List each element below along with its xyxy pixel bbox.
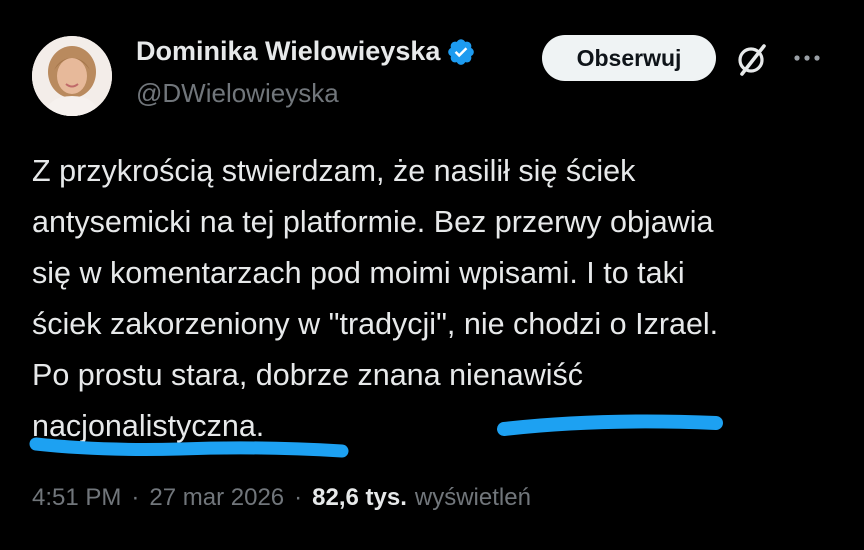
tweet-time[interactable]: 4:51 PM xyxy=(32,484,121,512)
tweet-date[interactable]: 27 mar 2026 xyxy=(149,484,284,512)
tweet-line: antysemicki na tej platformie. Bez przer… xyxy=(32,205,714,239)
tweet-line: Po prostu stara, dobrze znana nienawiść xyxy=(32,358,584,392)
tweet-meta: 4:51 PM · 27 mar 2026 · 82,6 tys. wyświe… xyxy=(32,484,531,512)
author-display-name[interactable]: Dominika Wielowieyska xyxy=(136,36,476,67)
author-name-text: Dominika Wielowieyska xyxy=(136,36,441,66)
verified-badge-icon[interactable] xyxy=(446,37,476,67)
tweet-body: Z przykrością stwierdzam, że nasilił się… xyxy=(32,146,842,452)
tweet-line: nacjonalistyczna. xyxy=(32,409,265,443)
tweet-line: Z przykrością stwierdzam, że nasilił się… xyxy=(32,154,636,188)
more-horizontal-icon[interactable] xyxy=(792,48,822,68)
grok-icon[interactable] xyxy=(734,42,770,78)
tweet-line: się w komentarzach pod moimi wpisami. I … xyxy=(32,256,685,290)
avatar[interactable] xyxy=(32,36,112,116)
follow-button[interactable]: Obserwuj xyxy=(542,35,716,81)
meta-separator: · xyxy=(131,484,140,511)
views-count[interactable]: 82,6 tys. xyxy=(312,484,407,512)
views-label: wyświetleń xyxy=(414,484,531,511)
tweet-line: ściek zakorzeniony w "tradycji", nie cho… xyxy=(32,307,719,341)
meta-separator: · xyxy=(294,484,303,511)
author-handle[interactable]: @DWielowieyska xyxy=(136,78,339,109)
